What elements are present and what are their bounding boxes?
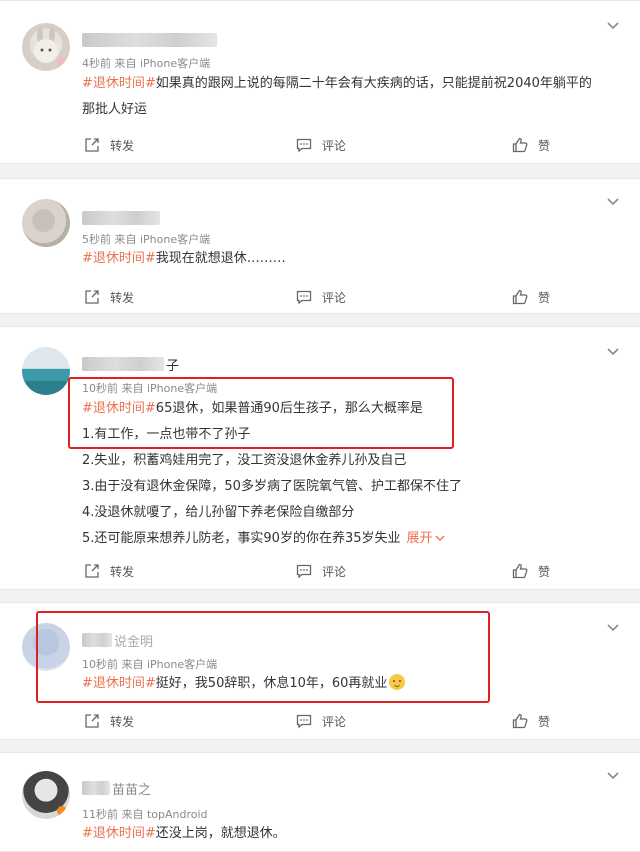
avatar-image bbox=[34, 27, 65, 65]
username-blurred[interactable] bbox=[82, 357, 164, 371]
chevron-down-icon[interactable] bbox=[606, 197, 620, 207]
post-meta: 5秒前 来自 iPhone客户端 bbox=[82, 233, 211, 246]
hashtag-link[interactable]: #退休时间# bbox=[82, 76, 156, 91]
repost-button[interactable]: 转发 bbox=[84, 133, 134, 157]
post-text: #退休时间#如果真的跟网上说的每隔二十年会有大疾病的话，只能提前祝2040年躺平… bbox=[82, 71, 592, 123]
repost-label: 转发 bbox=[110, 564, 135, 579]
avatar-image bbox=[57, 806, 67, 816]
comment-label: 评论 bbox=[322, 290, 347, 305]
post-text-line: 5.还可能原来想养儿防老，事实90岁的你在养35岁失业 bbox=[82, 531, 401, 546]
expand-link[interactable]: 展开 bbox=[407, 531, 445, 546]
like-label: 赞 bbox=[538, 714, 551, 729]
post-text: #退休时间#还没上岗，就想退休。 bbox=[82, 821, 286, 847]
comment-button[interactable]: 评论 bbox=[296, 285, 346, 309]
comment-label: 评论 bbox=[322, 714, 347, 729]
post-meta: 4秒前 来自 iPhone客户端 bbox=[82, 57, 211, 70]
repost-label: 转发 bbox=[110, 138, 135, 153]
expand-label: 展开 bbox=[406, 531, 433, 546]
username-blurred[interactable] bbox=[82, 781, 110, 795]
post-meta: 11秒前 来自 topAndroid bbox=[82, 808, 208, 821]
username-blurred[interactable] bbox=[82, 211, 160, 225]
comment-button[interactable]: 评论 bbox=[296, 709, 346, 733]
avatar[interactable] bbox=[22, 347, 70, 395]
chevron-down-icon[interactable] bbox=[606, 771, 620, 781]
chevron-down-icon[interactable] bbox=[606, 623, 620, 633]
like-label: 赞 bbox=[538, 290, 551, 305]
repost-label: 转发 bbox=[110, 714, 135, 729]
repost-icon bbox=[85, 714, 99, 728]
comment-label: 评论 bbox=[322, 564, 347, 579]
chevron-down-icon[interactable] bbox=[606, 347, 620, 357]
post-text-line: 如果真的跟网上说的每隔二十年会有大疾病的话，只能提前祝2040年躺平的 bbox=[155, 76, 592, 91]
repost-button[interactable]: 转发 bbox=[84, 285, 134, 309]
repost-button[interactable]: 转发 bbox=[84, 559, 134, 583]
like-icon bbox=[512, 289, 528, 305]
like-icon bbox=[512, 713, 528, 729]
highlight-box bbox=[68, 377, 454, 449]
post-card-1: 4秒前 来自 iPhone客户端 #退休时间#如果真的跟网上说的每隔二十年会有大… bbox=[0, 0, 640, 164]
comment-button[interactable]: 评论 bbox=[296, 559, 346, 583]
avatar[interactable] bbox=[22, 23, 70, 71]
action-bar: 转发 评论 赞 bbox=[0, 709, 640, 733]
hashtag-link[interactable]: #退休时间# bbox=[82, 826, 156, 841]
like-icon bbox=[512, 563, 528, 579]
comment-icon bbox=[296, 564, 312, 579]
like-button[interactable]: 赞 bbox=[512, 133, 550, 157]
like-icon bbox=[512, 137, 528, 153]
comment-icon bbox=[296, 138, 312, 153]
username-blurred[interactable] bbox=[82, 33, 217, 47]
post-text-line: 我现在就想退休……… bbox=[155, 251, 286, 266]
post-text-line: 那批人好运 bbox=[82, 102, 148, 117]
action-bar: 转发 评论 赞 bbox=[0, 559, 640, 583]
post-text-line: 4.没退休就嗄了，给儿孙留下养老保险自缴部分 bbox=[82, 505, 355, 520]
comment-icon bbox=[296, 714, 312, 729]
comment-icon bbox=[296, 290, 312, 305]
hashtag-link[interactable]: #退休时间# bbox=[82, 251, 156, 266]
post-card-5: 苗苗之 11秒前 来自 topAndroid #退休时间#还没上岗，就想退休。 bbox=[0, 752, 640, 852]
avatar[interactable] bbox=[22, 771, 70, 819]
post-card-3: 子 10秒前 来自 iPhone客户端 #退休时间#65退休，如果普通90后生孩… bbox=[0, 326, 640, 590]
action-bar: 转发 评论 赞 bbox=[0, 133, 640, 157]
highlight-box bbox=[36, 611, 490, 703]
post-text-line: 还没上岗，就想退休。 bbox=[155, 826, 286, 841]
repost-icon bbox=[85, 290, 99, 304]
repost-icon bbox=[85, 138, 99, 152]
repost-label: 转发 bbox=[110, 290, 135, 305]
post-card-4: 说金明 10秒前 来自 iPhone客户端 #退休时间#挺好，我50辞职，休息1… bbox=[0, 602, 640, 740]
action-bar: 转发 评论 赞 bbox=[0, 285, 640, 309]
post-text: #退休时间#我现在就想退休……… bbox=[82, 246, 286, 272]
post-text-line: 3.由于没有退休金保障，50多岁病了医院氧气管、护工都保不住了 bbox=[82, 479, 462, 494]
comment-label: 评论 bbox=[322, 138, 347, 153]
like-button[interactable]: 赞 bbox=[512, 285, 550, 309]
comment-button[interactable]: 评论 bbox=[296, 133, 346, 157]
like-button[interactable]: 赞 bbox=[512, 709, 550, 733]
repost-button[interactable]: 转发 bbox=[84, 709, 134, 733]
chevron-down-icon bbox=[435, 535, 445, 541]
repost-icon bbox=[85, 564, 99, 578]
post-text-line: 2.失业，积蓄鸡娃用完了，没工资没退休金养儿孙及自己 bbox=[82, 453, 407, 468]
avatar[interactable] bbox=[22, 199, 70, 247]
chevron-down-icon[interactable] bbox=[606, 21, 620, 31]
username-suffix: 苗苗之 bbox=[112, 783, 152, 798]
like-label: 赞 bbox=[538, 564, 551, 579]
like-button[interactable]: 赞 bbox=[512, 559, 550, 583]
username-suffix: 子 bbox=[166, 359, 180, 374]
post-card-2: 5秒前 来自 iPhone客户端 #退休时间#我现在就想退休……… 转发 评论 … bbox=[0, 178, 640, 314]
like-label: 赞 bbox=[538, 138, 551, 153]
